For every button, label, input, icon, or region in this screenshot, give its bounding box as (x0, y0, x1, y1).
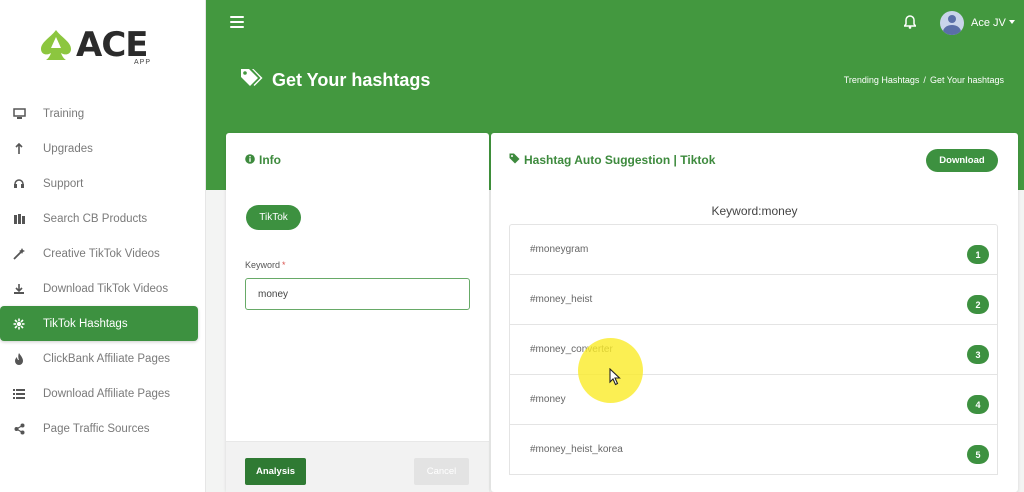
hashtag-icon (12, 317, 26, 331)
sidebar-item-support[interactable]: Support (0, 166, 206, 201)
sidebar-item-label: Support (43, 177, 84, 190)
share-icon (12, 422, 26, 436)
fire-icon (12, 352, 26, 366)
user-name[interactable]: Ace JV (971, 17, 1006, 29)
download-button[interactable]: Download (926, 149, 998, 172)
sidebar-item-upgrades[interactable]: Upgrades (0, 131, 206, 166)
rank-badge: 5 (967, 445, 989, 464)
sidebar-item-tiktok-hashtags[interactable]: TikTok Hashtags (0, 306, 198, 341)
magic-wand-icon (12, 247, 26, 261)
sidebar-item-label: Search CB Products (43, 212, 148, 225)
sidebar-item-label: Download TikTok Videos (43, 282, 169, 295)
hamburger-menu-icon[interactable] (230, 16, 244, 30)
sidebar-item-page-traffic-sources[interactable]: Page Traffic Sources (0, 411, 206, 446)
chevron-down-icon[interactable] (1009, 20, 1015, 24)
hashtag-text: #money (530, 394, 566, 405)
required-marker: * (282, 260, 286, 270)
hashtag-list: #moneygram 1 #money_heist 2 #money_conve… (509, 224, 998, 475)
sidebar-item-label: Upgrades (43, 142, 93, 155)
list-item[interactable]: #moneygram 1 (510, 225, 997, 275)
suggestion-card-title: Hashtag Auto Suggestion | Tiktok (524, 153, 716, 167)
app-logo[interactable]: ACE APP (38, 26, 163, 72)
mouse-pointer-icon (609, 367, 621, 391)
tiktok-platform-button[interactable]: TikTok (246, 205, 301, 230)
rank-badge: 3 (967, 345, 989, 364)
download-icon (12, 282, 26, 296)
spade-icon (41, 30, 71, 60)
logo-subtext: APP (134, 59, 152, 66)
keyword-label-text: Keyword (245, 260, 281, 270)
sidebar-item-training[interactable]: Training (0, 96, 206, 131)
hashtag-suggestion-card: Hashtag Auto Suggestion | Tiktok Downloa… (491, 133, 1018, 492)
tag-icon (509, 153, 520, 167)
sidebar-item-label: Download Affiliate Pages (43, 387, 171, 400)
breadcrumb-current: Get Your hashtags (929, 75, 1004, 85)
sidebar-item-label: ClickBank Affiliate Pages (43, 352, 170, 365)
hashtag-text: #money_heist (530, 294, 593, 305)
tags-icon (240, 68, 264, 93)
sidebar-item-label: TikTok Hashtags (43, 317, 128, 330)
keyword-input[interactable] (245, 278, 470, 310)
page-title-wrap: Get Your hashtags (240, 68, 430, 93)
rank-badge: 1 (967, 245, 989, 264)
arrow-up-icon (12, 142, 26, 156)
sidebar-item-label: Training (43, 107, 85, 120)
sidebar-item-label: Page Traffic Sources (43, 422, 150, 435)
headset-icon (12, 177, 26, 191)
sidebar-item-search-cb-products[interactable]: Search CB Products (0, 201, 206, 236)
sidebar-item-label: Creative TikTok Videos (43, 247, 160, 260)
info-card: Info TikTok Keyword* Analysis Cancel (226, 133, 489, 492)
list-item[interactable]: #money_heist 2 (510, 275, 997, 325)
page-title: Get Your hashtags (272, 70, 431, 90)
sidebar-nav: Training Upgrades Support Search CB Prod… (0, 96, 206, 446)
suggestion-card-header: Hashtag Auto Suggestion | Tiktok (509, 153, 715, 167)
hashtag-text: #moneygram (530, 244, 589, 255)
sidebar-item-creative-tiktok-videos[interactable]: Creative TikTok Videos (0, 236, 206, 271)
hashtag-text: #money_heist_korea (530, 444, 623, 455)
bell-icon[interactable] (903, 15, 917, 34)
rank-badge: 2 (967, 295, 989, 314)
cancel-button[interactable]: Cancel (414, 458, 469, 485)
breadcrumb-trending-hashtags[interactable]: Trending Hashtags (844, 75, 920, 85)
list-item[interactable]: #money_heist_korea 5 (510, 425, 997, 475)
breadcrumb: Trending Hashtags / Get Your hashtags (844, 75, 1004, 85)
sidebar-item-download-affiliate-pages[interactable]: Download Affiliate Pages (0, 376, 206, 411)
keyword-title: Keyword:money (711, 204, 798, 218)
breadcrumb-separator: / (923, 75, 926, 85)
list-icon (12, 387, 26, 401)
rank-badge: 4 (967, 395, 989, 414)
books-icon (12, 212, 26, 226)
sidebar: ACE APP Training Upgrades Support Search… (0, 0, 206, 492)
monitor-icon (12, 107, 26, 121)
sidebar-item-download-tiktok-videos[interactable]: Download TikTok Videos (0, 271, 206, 306)
avatar[interactable] (940, 11, 964, 35)
analysis-button[interactable]: Analysis (245, 458, 306, 485)
keyword-label: Keyword * (245, 260, 286, 270)
sidebar-item-clickbank-affiliate-pages[interactable]: ClickBank Affiliate Pages (0, 341, 206, 376)
info-card-title: Info (259, 153, 281, 167)
info-card-footer: Analysis Cancel (226, 441, 489, 492)
info-circle-icon (245, 153, 255, 167)
info-card-header: Info (245, 153, 281, 167)
